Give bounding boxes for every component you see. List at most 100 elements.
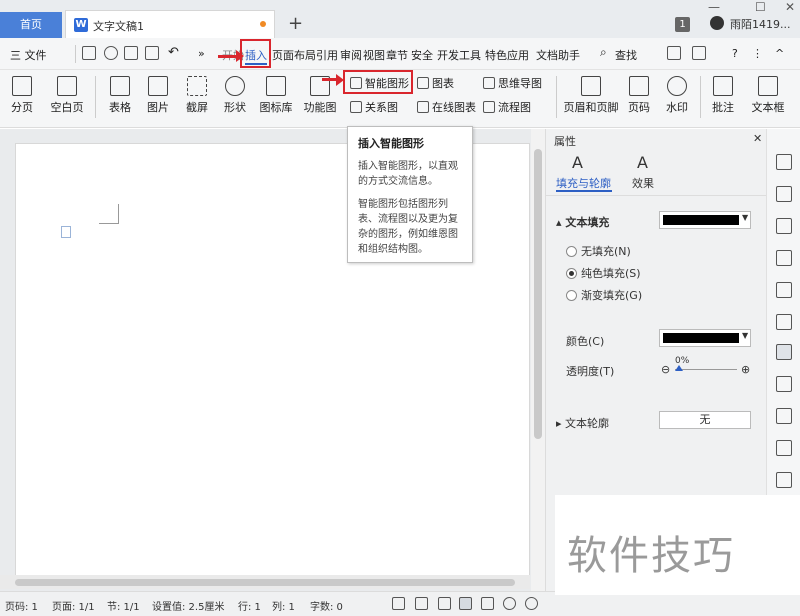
no-fill-option[interactable]: 无填充(N)	[566, 243, 631, 259]
screenshot-button[interactable]: 截屏	[180, 76, 214, 115]
tab-insert[interactable]: 插入	[245, 47, 267, 65]
text-outline-header[interactable]: ▸ 文本轮廓	[556, 415, 609, 431]
save-icon[interactable]	[82, 46, 96, 60]
text-fill-color-picker[interactable]: ▼	[659, 211, 751, 229]
header-footer-button[interactable]: 页眉和页脚	[562, 76, 620, 115]
tab-references[interactable]: 引用	[316, 47, 338, 63]
text-fill-header[interactable]: ▴ 文本填充	[556, 214, 609, 230]
gradient-fill-option[interactable]: 渐变填充(G)	[566, 287, 642, 303]
page-break-button[interactable]: 分页	[4, 76, 40, 115]
tab-page-layout[interactable]: 页面布局	[272, 47, 316, 63]
picture-icon	[148, 76, 168, 96]
increase-icon[interactable]: ⊕	[741, 363, 750, 376]
panel-title: 属性	[554, 135, 576, 148]
help-icon[interactable]: ?	[732, 47, 738, 60]
relation-chart-icon	[350, 101, 362, 113]
fill-outline-icon[interactable]: A	[572, 153, 583, 172]
eye-protection-icon[interactable]	[525, 597, 538, 610]
share-panel-icon[interactable]	[776, 408, 792, 424]
pen-icon[interactable]	[776, 154, 792, 170]
status-words: 字数: 0	[310, 602, 343, 613]
notification-badge[interactable]: 1	[675, 17, 690, 32]
tab-review[interactable]: 审阅	[340, 47, 362, 63]
maximize-icon[interactable]: ☐	[755, 0, 766, 14]
vertical-scroll-thumb[interactable]	[534, 149, 542, 439]
sync-icon[interactable]	[692, 46, 706, 60]
chart-button[interactable]: 图表	[417, 75, 454, 91]
smart-art-icon	[350, 77, 362, 89]
function-chart-button[interactable]: 功能图	[300, 76, 340, 115]
smart-art-button[interactable]: 智能图形	[350, 75, 409, 91]
tab-chapter[interactable]: 章节	[386, 47, 408, 63]
outline-view-icon[interactable]	[481, 597, 494, 610]
color-picker[interactable]: ▼	[659, 329, 751, 347]
slider-thumb[interactable]	[675, 365, 683, 371]
tab-doc-assistant[interactable]: 文档助手	[536, 47, 580, 63]
page-number-button[interactable]: 页码	[624, 76, 654, 115]
new-tab-icon[interactable]: +	[288, 13, 303, 34]
mindmap-icon	[483, 77, 495, 89]
file-menu[interactable]: 三 文件	[10, 47, 47, 63]
user-avatar-icon[interactable]	[710, 16, 724, 30]
horizontal-scrollbar[interactable]	[0, 575, 530, 589]
search-icon[interactable]: ⌕	[600, 45, 607, 60]
translate-icon[interactable]	[776, 440, 792, 456]
effect-icon[interactable]: A	[637, 153, 648, 172]
shape-panel-icon[interactable]	[776, 218, 792, 234]
vertical-scrollbar[interactable]	[531, 129, 545, 591]
relation-chart-button[interactable]: 关系图	[350, 99, 398, 115]
watermark-button[interactable]: 水印	[662, 76, 692, 115]
collapse-ribbon-icon[interactable]: ^	[775, 47, 784, 60]
table-button[interactable]: 表格	[103, 76, 137, 115]
outline-dropdown[interactable]: 无	[659, 411, 751, 429]
more-icon[interactable]: »	[198, 47, 205, 60]
tab-document[interactable]: W 文字文稿1	[65, 10, 275, 38]
watermark-text: 软件技巧	[567, 533, 735, 579]
close-window-icon[interactable]: ✕	[785, 0, 795, 14]
transparency-slider[interactable]	[675, 369, 737, 370]
online-chart-button[interactable]: 在线图表	[417, 99, 476, 115]
fill-icon[interactable]	[776, 250, 792, 266]
status-page: 页码: 1	[5, 602, 38, 613]
icon-library-button[interactable]: 图标库	[257, 76, 295, 115]
properties-icon[interactable]	[776, 344, 792, 360]
textbox-button[interactable]: 文本框	[748, 76, 788, 115]
tab-effect[interactable]: 效果	[632, 175, 654, 191]
search-button[interactable]: 查找	[615, 47, 637, 63]
picture-button[interactable]: 图片	[141, 76, 175, 115]
minimize-icon[interactable]: —	[708, 0, 720, 14]
select-icon[interactable]	[776, 186, 792, 202]
export-pdf-icon[interactable]	[104, 46, 118, 60]
print-preview-icon[interactable]	[145, 46, 159, 60]
tab-special[interactable]: 特色应用	[485, 47, 529, 63]
blank-page-button[interactable]: 空白页	[45, 76, 89, 115]
solid-fill-option[interactable]: 纯色填充(S)	[566, 265, 641, 281]
paste-options-icon[interactable]	[61, 226, 71, 238]
table-panel-icon[interactable]	[776, 282, 792, 298]
user-name[interactable]: 雨陌1419...	[730, 16, 790, 32]
tab-view[interactable]: 视图	[363, 47, 385, 63]
tab-home[interactable]: 首页	[0, 12, 62, 38]
close-panel-icon[interactable]: ✕	[753, 132, 762, 145]
comment-button[interactable]: 批注	[708, 76, 738, 115]
print-icon[interactable]	[124, 46, 138, 60]
tab-developer[interactable]: 开发工具	[437, 47, 481, 63]
edit-pen-icon[interactable]	[438, 597, 451, 610]
horizontal-scroll-thumb[interactable]	[15, 579, 515, 586]
tab-fill-outline[interactable]: 填充与轮廓	[556, 175, 611, 191]
image-panel-icon[interactable]	[776, 376, 792, 392]
mindmap-button[interactable]: 思维导图	[483, 75, 542, 91]
shape-button[interactable]: 形状	[218, 76, 252, 115]
archive-icon[interactable]	[776, 472, 792, 488]
fullscreen-icon[interactable]	[392, 597, 405, 610]
protect-icon[interactable]	[415, 597, 428, 610]
share-icon[interactable]	[667, 46, 681, 60]
grid-icon[interactable]	[776, 314, 792, 330]
flowchart-button[interactable]: 流程图	[483, 99, 531, 115]
tab-security[interactable]: 安全	[411, 47, 433, 63]
decrease-icon[interactable]: ⊖	[661, 363, 670, 376]
page-view-icon[interactable]	[459, 597, 472, 610]
web-view-icon[interactable]	[503, 597, 516, 610]
more-options-icon[interactable]: ⋮	[752, 47, 763, 60]
undo-icon[interactable]: ↶	[168, 45, 179, 60]
